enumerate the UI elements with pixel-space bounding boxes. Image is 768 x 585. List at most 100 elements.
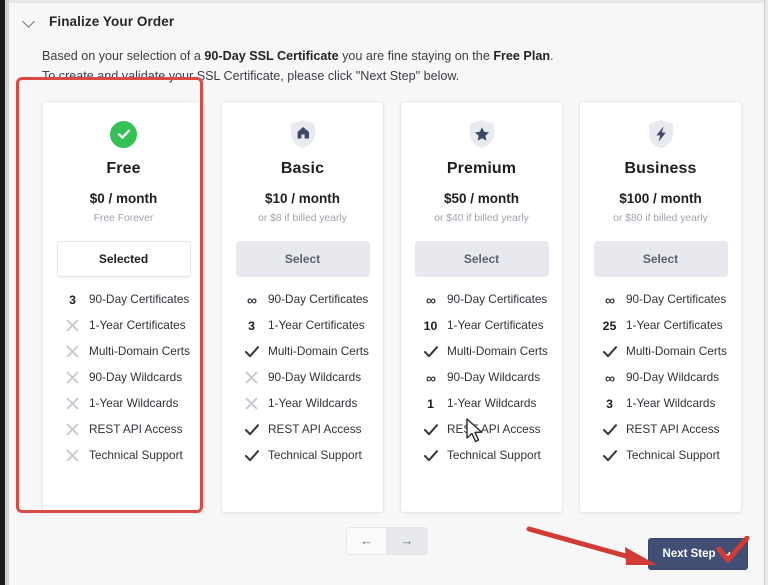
plan-feature-list: ∞90-Day Certificates 10 1-Year Certificate… <box>401 293 562 463</box>
shield-bolt-icon <box>647 119 675 149</box>
pagination-next-button[interactable]: → <box>386 528 426 554</box>
feature-row: Multi-Domain Certs <box>423 345 562 359</box>
feature-label: Multi-Domain Certs <box>447 346 548 358</box>
feature-label: Technical Support <box>89 450 183 462</box>
feature-label: Technical Support <box>268 450 362 462</box>
feature-cross-icon <box>65 397 80 411</box>
feature-label: 90-Day Wildcards <box>626 372 719 384</box>
feature-row: 10 1-Year Certificates <box>423 319 562 333</box>
feature-row: 1-Year Wildcards <box>244 397 383 411</box>
shield-star-icon <box>468 119 496 149</box>
feature-infinity-icon: ∞ <box>602 371 617 385</box>
intro-line-2: To create and validate your SSL Certific… <box>42 66 702 86</box>
feature-row: ∞90-Day Wildcards <box>423 371 562 385</box>
feature-count: 10 <box>423 319 438 333</box>
feature-label: 1-Year Wildcards <box>268 398 357 410</box>
plan-premium-button[interactable]: Select <box>415 241 549 277</box>
plan-basic-button[interactable]: Select <box>236 241 370 277</box>
feature-infinity-icon: ∞ <box>244 293 259 307</box>
plan-icon <box>468 120 496 149</box>
plan-feature-list: ∞ 90-Day Certificates 3 1-Year Certificates… <box>222 293 383 463</box>
feature-infinity-icon: ∞ <box>423 371 438 385</box>
feature-row: 90-Day Wildcards <box>65 371 204 385</box>
feature-label: Multi-Domain Certs <box>626 346 727 358</box>
plan-free-button[interactable]: Selected <box>57 241 191 277</box>
plan-icon <box>647 120 675 149</box>
feature-row: ∞90-Day Certificates <box>423 293 562 307</box>
feature-label: 1-Year Wildcards <box>447 398 536 410</box>
plan-price: $0 / month <box>90 191 158 206</box>
feature-label: REST API Access <box>626 424 720 436</box>
plan-card-free[interactable]: Free $0 / month Free Forever Selected 3 90-Da… <box>42 101 205 513</box>
feature-label: REST API Access <box>447 424 541 436</box>
feature-label: 1-Year Certificates <box>89 320 186 332</box>
plan-card-basic[interactable]: Basic $10 / month or $8 if billed yearly Se… <box>221 101 384 513</box>
pagination-prev-button[interactable]: ← <box>347 528 387 554</box>
next-step-label: Next Step <box>663 548 716 560</box>
feature-label: 1-Year Wildcards <box>626 398 715 410</box>
feature-check-icon <box>423 345 438 359</box>
feature-label: Technical Support <box>626 450 720 462</box>
feature-check-icon <box>602 423 617 437</box>
feature-row: REST API Access <box>65 423 204 437</box>
feature-row: Multi-Domain Certs <box>602 345 741 359</box>
feature-cross-icon <box>244 397 259 411</box>
plan-name: Basic <box>281 160 324 178</box>
page-root: Finalize Your Order Based on your select… <box>9 3 764 585</box>
feature-row: Technical Support <box>244 449 383 463</box>
feature-label: 90-Day Wildcards <box>89 372 182 384</box>
feature-count: 3 <box>244 319 259 333</box>
feature-row: REST API Access <box>244 423 383 437</box>
window-right-edge <box>764 0 768 585</box>
feature-row: ∞ 90-Day Certificates <box>244 293 383 307</box>
plan-price-sub: or $8 if billed yearly <box>258 213 347 226</box>
plan-price-sub: Free Forever <box>94 213 154 226</box>
feature-row: 90-Day Wildcards <box>244 371 383 385</box>
feature-row: REST API Access <box>602 423 741 437</box>
chevron-down-icon[interactable] <box>23 15 37 29</box>
feature-cross-icon <box>65 423 80 437</box>
plan-card-premium[interactable]: Premium$50 / monthor $40 if billed yearl… <box>400 101 563 513</box>
feature-cross-icon <box>65 345 80 359</box>
pagination-control[interactable]: ← → <box>346 527 428 555</box>
feature-infinity-icon: ∞ <box>602 293 617 307</box>
green-check-circle-icon <box>110 121 137 148</box>
feature-label: Technical Support <box>447 450 541 462</box>
feature-label: 90-Day Certificates <box>268 294 368 306</box>
shield-home-icon <box>289 119 317 149</box>
feature-row: 3 1-Year Certificates <box>244 319 383 333</box>
plan-price: $10 / month <box>265 191 340 206</box>
feature-check-icon <box>602 449 617 463</box>
next-step-button[interactable]: Next Step ⇥ <box>648 538 748 570</box>
feature-check-icon <box>602 345 617 359</box>
feature-row: REST API Access <box>423 423 562 437</box>
plan-icon <box>110 120 138 149</box>
feature-count: 3 <box>602 397 617 411</box>
feature-row: 3 90-Day Certificates <box>65 293 204 307</box>
feature-row: Multi-Domain Certs <box>65 345 204 359</box>
feature-row: 11-Year Wildcards <box>423 397 562 411</box>
feature-row: 1-Year Certificates <box>65 319 204 333</box>
intro-line1-bold2: Free Plan <box>493 49 550 63</box>
plan-list: Free $0 / month Free Forever Selected 3 90-Da… <box>42 101 742 513</box>
plan-price: $100 / month <box>619 191 702 206</box>
feature-row: 251-Year Certificates <box>602 319 741 333</box>
feature-check-icon <box>244 345 259 359</box>
plan-name: Free <box>106 160 140 178</box>
intro-line1-bold1: 90-Day SSL Certificate <box>204 49 338 63</box>
feature-label: 90-Day Certificates <box>89 294 189 306</box>
feature-label: 1-Year Certificates <box>268 320 365 332</box>
plan-card-business[interactable]: Business$100 / monthor $80 if billed yea… <box>579 101 742 513</box>
feature-row: Technical Support <box>602 449 741 463</box>
feature-infinity-icon: ∞ <box>423 293 438 307</box>
feature-check-icon <box>423 423 438 437</box>
feature-count: 3 <box>65 293 80 307</box>
feature-row: ∞ 90-Day Certificates <box>602 293 741 307</box>
section-header[interactable]: Finalize Your Order <box>9 3 764 33</box>
plan-business-button[interactable]: Select <box>594 241 728 277</box>
feature-label: 90-Day Wildcards <box>268 372 361 384</box>
feature-label: 1-Year Certificates <box>447 320 544 332</box>
feature-check-icon <box>244 449 259 463</box>
feature-label: 90-Day Certificates <box>626 294 726 306</box>
intro-line1-post: . <box>550 49 554 63</box>
